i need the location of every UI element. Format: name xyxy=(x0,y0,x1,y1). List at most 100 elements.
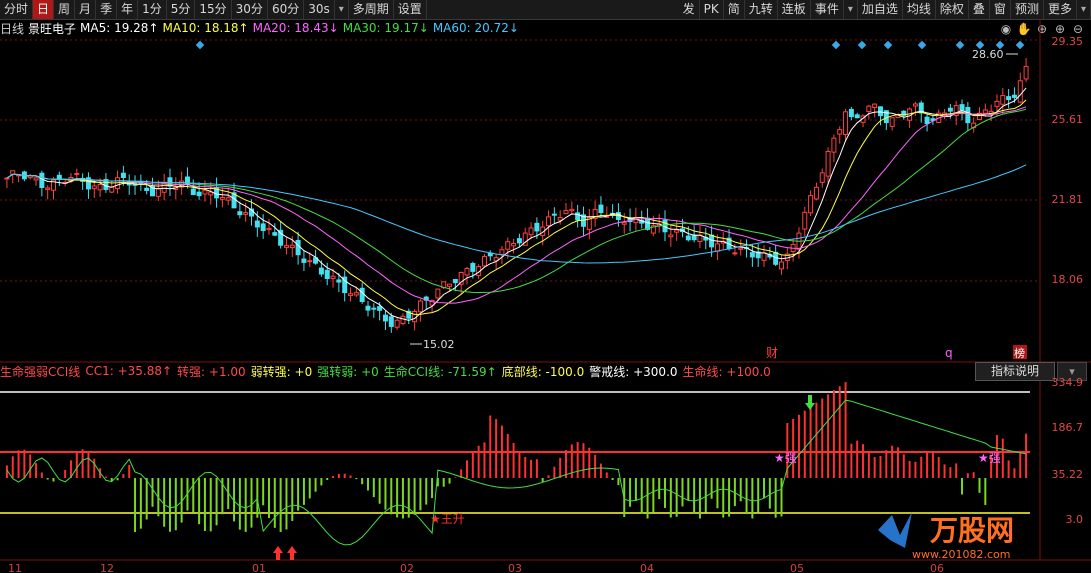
indicator-value-1: CC1: +35.88↑ xyxy=(85,364,173,378)
candle-body-15 xyxy=(91,185,97,190)
watermark-logo-icon xyxy=(878,512,912,548)
candle-body-80 xyxy=(470,263,476,272)
buy-arrow-icon-1 xyxy=(287,546,297,560)
indicator-legend: 生命强弱CCI线 CC1: +35.88↑ 转强: +1.00 弱转强: +0 强转弱:… xyxy=(0,363,776,379)
candle-body-171 xyxy=(1000,94,1006,105)
candle-body-79 xyxy=(464,267,470,276)
candle-body-74 xyxy=(435,288,441,299)
price-tick-1: 25.61 xyxy=(1051,113,1084,126)
candle-body-174 xyxy=(1017,80,1023,103)
candle-body-138 xyxy=(808,195,814,214)
candle-body-137 xyxy=(802,211,808,230)
watermark-url: www.201082.com xyxy=(912,548,1010,561)
watermark-brand: 万股网 xyxy=(930,514,1014,547)
candle-body-158 xyxy=(924,116,930,125)
candle-body-168 xyxy=(982,109,988,114)
candle-body-61 xyxy=(359,287,365,303)
indicator-value-7: 警戒线: +300.0 xyxy=(589,364,678,379)
candle-body-71 xyxy=(417,300,423,313)
candle-body-55 xyxy=(324,269,330,279)
candle-body-118 xyxy=(691,234,697,241)
news-marker-cai: 财 xyxy=(766,346,778,360)
candle-body-63 xyxy=(371,307,377,310)
indicator-value-5: 生命CCI线: -71.59↑ xyxy=(383,364,497,379)
event-marker-icon-3 xyxy=(883,40,893,50)
candle-body-50 xyxy=(295,239,301,256)
candle-body-66 xyxy=(388,316,394,327)
candle-body-90 xyxy=(528,227,534,236)
date-tick-3: 02 xyxy=(400,562,414,573)
candle-body-7 xyxy=(45,187,51,190)
candle-body-152 xyxy=(889,117,895,127)
candle-body-85 xyxy=(499,249,505,255)
indicator-tick-1: 186.7 xyxy=(1051,421,1084,434)
life-cci-line xyxy=(6,399,1027,546)
candle-body-46 xyxy=(272,232,278,236)
event-marker-icon-2 xyxy=(857,40,867,50)
candle-body-164 xyxy=(959,104,965,111)
price-tick-3: 18.06 xyxy=(1051,273,1084,286)
candle-body-18 xyxy=(109,186,115,193)
candle-body-12 xyxy=(74,172,80,175)
candle-body-5 xyxy=(33,177,39,181)
candle-body-128 xyxy=(749,252,755,258)
date-tick-4: 03 xyxy=(508,562,522,573)
candle-body-94 xyxy=(551,213,557,216)
buy-arrow-icon-0 xyxy=(273,546,283,560)
event-marker-icon-0 xyxy=(195,40,205,50)
candle-body-44 xyxy=(260,223,266,231)
date-tick-1: 12 xyxy=(100,562,114,573)
candle-body-60 xyxy=(353,292,359,296)
candle-body-145 xyxy=(848,108,854,118)
candle-body-114 xyxy=(668,234,674,238)
candle-body-125 xyxy=(732,252,738,255)
candle-body-96 xyxy=(563,209,569,215)
candle-body-49 xyxy=(289,244,295,249)
candle-body-121 xyxy=(709,234,715,248)
candle-body-149 xyxy=(872,103,878,108)
candle-body-88 xyxy=(516,238,522,244)
event-marker-icon-1 xyxy=(831,40,841,50)
candle-body-76 xyxy=(447,283,453,287)
candle-body-43 xyxy=(254,220,260,228)
kline-chart[interactable]: 28.60 15.02 财 q 榜 ★王升 ★强 ★强 11 12 01 02 03 04 05 06 万股网w… xyxy=(0,0,1091,573)
candle-body-65 xyxy=(382,314,388,322)
candle-body-40 xyxy=(237,211,243,216)
candle-body-130 xyxy=(761,252,767,261)
candle-body-6 xyxy=(39,172,45,188)
candle-body-64 xyxy=(377,306,383,311)
candle-body-82 xyxy=(481,256,487,267)
candle-body-126 xyxy=(738,247,744,250)
indicator-help-button[interactable]: 指标说明 xyxy=(975,362,1055,381)
candle-body-24 xyxy=(144,187,150,191)
low-price-label: 15.02 xyxy=(423,338,455,351)
signal-wangsheng: ★王升 xyxy=(430,512,465,526)
indicator-value-0: 生命强弱CCI线 xyxy=(0,364,81,379)
indicator-value-6: 底部线: -100.0 xyxy=(501,364,585,379)
date-tick-5: 04 xyxy=(640,562,654,573)
candle-body-45 xyxy=(266,227,272,231)
candle-body-162 xyxy=(947,107,953,112)
candle-body-95 xyxy=(557,217,563,221)
candle-body-143 xyxy=(837,129,843,135)
candle-body-34 xyxy=(202,189,208,195)
candle-body-41 xyxy=(243,212,249,215)
candle-body-62 xyxy=(365,305,371,311)
candle-body-115 xyxy=(674,229,680,233)
candle-body-86 xyxy=(505,241,511,250)
candle-body-57 xyxy=(336,279,342,283)
indicator-value-2: 转强: +1.00 xyxy=(177,364,246,379)
ma-line-1 xyxy=(6,99,1027,315)
signal-qiang-2: ★强 xyxy=(978,451,1001,465)
candle-body-37 xyxy=(219,196,225,200)
candle-body-148 xyxy=(866,105,872,112)
candle-body-91 xyxy=(534,222,540,232)
candle-body-0 xyxy=(4,177,10,180)
candle-body-38 xyxy=(225,197,231,201)
candle-body-141 xyxy=(825,150,831,177)
candle-body-97 xyxy=(569,208,575,212)
indicator-tick-0: 334.9 xyxy=(1051,376,1084,389)
candle-body-146 xyxy=(854,114,860,119)
date-tick-6: 05 xyxy=(790,562,804,573)
ma-line-0 xyxy=(6,87,1027,321)
